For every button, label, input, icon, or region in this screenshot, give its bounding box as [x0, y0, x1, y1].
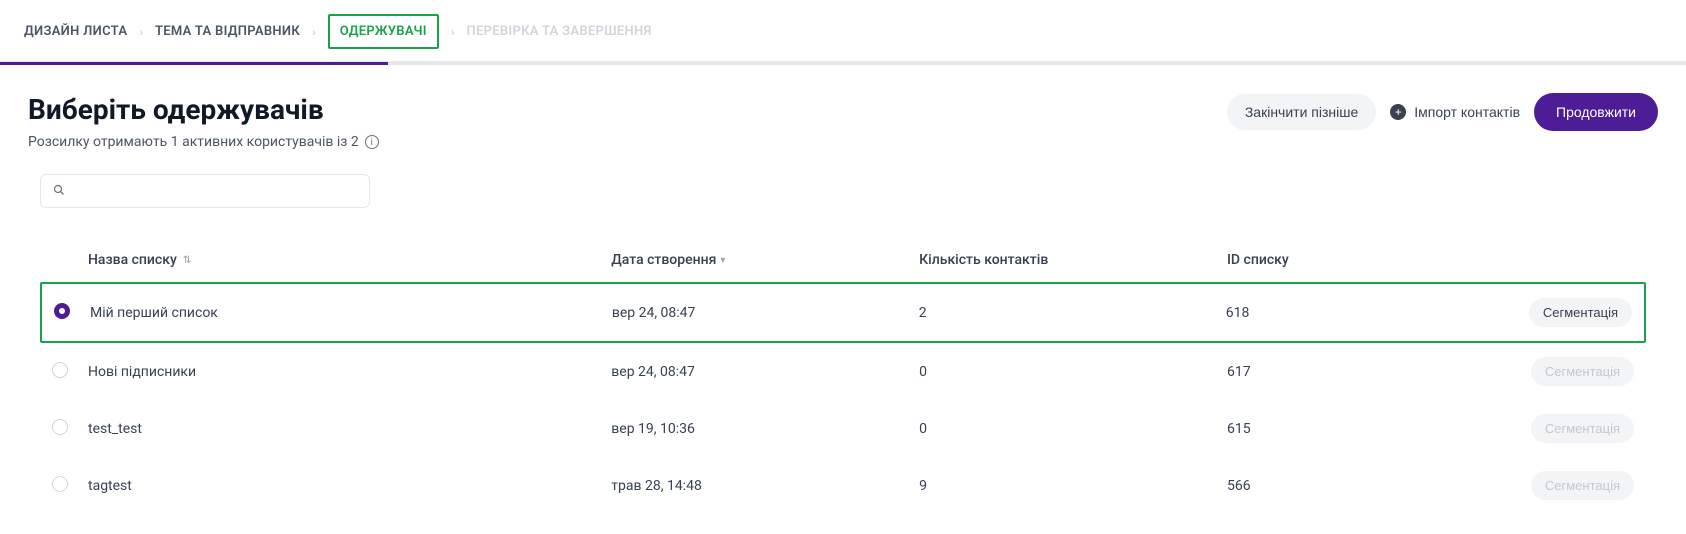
breadcrumb-review: ПЕРЕВІРКА ТА ЗАВЕРШЕННЯ — [466, 24, 651, 39]
header-date[interactable]: Дата створення ▾ — [611, 252, 919, 268]
header-count[interactable]: Кількість контактів — [919, 252, 1227, 268]
row-name: test_test — [88, 421, 611, 437]
segmentation-button: Сегментація — [1531, 414, 1634, 443]
radio-button[interactable] — [54, 303, 70, 319]
segmentation-button[interactable]: Сегментація — [1529, 298, 1632, 327]
import-label: Імпорт контактів — [1414, 104, 1520, 120]
radio-button[interactable] — [52, 419, 68, 435]
row-id: 566 — [1227, 478, 1504, 494]
chevron-right-icon: › — [312, 25, 316, 39]
info-icon[interactable]: i — [365, 135, 379, 149]
finish-later-button[interactable]: Закінчити пізніше — [1227, 94, 1376, 130]
row-id: 615 — [1227, 421, 1504, 437]
table-row[interactable]: Нові підписники вер 24, 08:47 0 617 Сегм… — [40, 343, 1646, 400]
row-date: трав 28, 14:48 — [611, 478, 919, 494]
breadcrumb-recipients[interactable]: ОДЕРЖУВАЧІ — [328, 14, 439, 49]
search-icon — [53, 184, 65, 199]
page-header: Виберіть одержувачів Розсилку отримають … — [0, 65, 1686, 154]
row-count: 2 — [919, 305, 1226, 321]
import-contacts-button[interactable]: + Імпорт контактів — [1390, 104, 1520, 120]
search-box[interactable] — [40, 174, 370, 208]
row-count: 9 — [919, 478, 1227, 494]
page-title: Виберіть одержувачів — [28, 93, 379, 126]
row-count: 0 — [919, 421, 1227, 437]
progress-bar — [0, 62, 1686, 65]
radio-button[interactable] — [52, 362, 68, 378]
sort-icon: ⇅ — [183, 255, 191, 266]
breadcrumb-design[interactable]: ДИЗАЙН ЛИСТА — [24, 24, 127, 39]
recipients-table: Назва списку ⇅ Дата створення ▾ Кількіст… — [40, 238, 1646, 514]
continue-button[interactable]: Продовжити — [1534, 93, 1658, 131]
table-row[interactable]: tagtest трав 28, 14:48 9 566 Сегментація — [40, 457, 1646, 514]
row-date: вер 24, 08:47 — [612, 305, 919, 321]
row-count: 0 — [919, 364, 1227, 380]
row-date: вер 19, 10:36 — [611, 421, 919, 437]
row-date: вер 24, 08:47 — [611, 364, 919, 380]
progress-fill — [0, 62, 388, 65]
search-input[interactable] — [73, 183, 357, 199]
row-name: tagtest — [88, 478, 611, 494]
breadcrumbs: ДИЗАЙН ЛИСТА › ТЕМА ТА ВІДПРАВНИК › ОДЕР… — [0, 0, 1686, 62]
row-name: Нові підписники — [88, 364, 611, 380]
chevron-right-icon: › — [451, 25, 455, 39]
header-name[interactable]: Назва списку ⇅ — [88, 252, 611, 268]
row-name: Мій перший список — [90, 305, 612, 321]
table-row[interactable]: test_test вер 19, 10:36 0 615 Сегментаці… — [40, 400, 1646, 457]
table-header-row: Назва списку ⇅ Дата створення ▾ Кількіст… — [40, 238, 1646, 282]
page-subtitle: Розсилку отримають 1 активних користувач… — [28, 134, 379, 150]
header-id[interactable]: ID списку — [1227, 252, 1504, 268]
segmentation-button: Сегментація — [1531, 471, 1634, 500]
row-id: 618 — [1226, 305, 1502, 321]
breadcrumb-subject[interactable]: ТЕМА ТА ВІДПРАВНИК — [155, 24, 300, 39]
radio-button[interactable] — [52, 476, 68, 492]
chevron-right-icon: › — [139, 25, 143, 39]
plus-icon: + — [1390, 104, 1406, 120]
segmentation-button: Сегментація — [1531, 357, 1634, 386]
table-row[interactable]: Мій перший список вер 24, 08:47 2 618 Се… — [40, 282, 1646, 343]
subtitle-text: Розсилку отримають 1 активних користувач… — [28, 134, 359, 150]
row-id: 617 — [1227, 364, 1504, 380]
sort-desc-icon: ▾ — [720, 255, 725, 266]
